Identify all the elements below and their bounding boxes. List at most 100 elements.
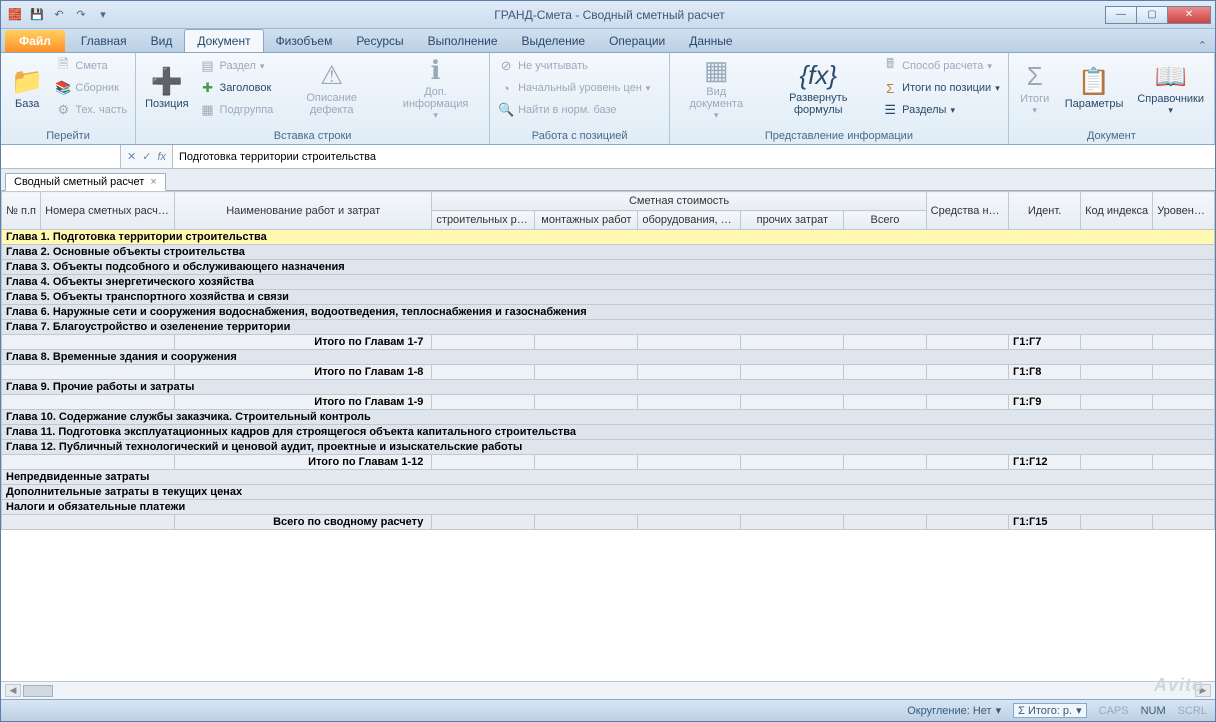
col-c1[interactable]: строительных работ xyxy=(432,211,535,230)
tech-button[interactable]: ⚙Тех. часть xyxy=(51,99,131,121)
col-index[interactable]: Код индекса xyxy=(1081,192,1153,230)
tab-operations[interactable]: Операции xyxy=(597,30,677,52)
col-num[interactable]: № п.п xyxy=(2,192,41,230)
status-round[interactable]: Округление: Нет ▾ xyxy=(907,704,1001,717)
params-button[interactable]: 📋Параметры xyxy=(1059,55,1130,123)
col-codes[interactable]: Номера сметных расчетов и смет xyxy=(41,192,175,230)
itogipos-button[interactable]: ΣИтоги по позиции xyxy=(878,77,1004,99)
col-level[interactable]: Уровень цен xyxy=(1153,192,1215,230)
findnorm-button[interactable]: 🔍Найти в норм. базе xyxy=(494,99,665,121)
table-row[interactable]: Итого по Главам 1-7Г1:Г7 xyxy=(2,335,1215,350)
tab-execution[interactable]: Выполнение xyxy=(416,30,510,52)
name-box[interactable] xyxy=(1,145,121,168)
app-icon[interactable]: 🧱 xyxy=(5,5,25,25)
horizontal-scrollbar[interactable]: ◀ ▶ xyxy=(1,681,1215,699)
formula-cancel-icon[interactable]: ✕ xyxy=(127,150,136,163)
viddoc-button[interactable]: ▦Вид документа xyxy=(674,55,758,123)
tab-selection[interactable]: Выделение xyxy=(510,30,598,52)
scroll-right-icon[interactable]: ▶ xyxy=(1195,684,1211,697)
col-c4[interactable]: прочих затрат xyxy=(741,211,844,230)
minimize-button[interactable]: — xyxy=(1105,6,1137,24)
close-button[interactable]: ✕ xyxy=(1167,6,1211,24)
defect-button[interactable]: ⚠Описание дефекта xyxy=(279,55,384,123)
dopinfo-button[interactable]: ℹДоп. информация xyxy=(386,55,485,123)
fx-icon[interactable]: fx xyxy=(157,151,166,163)
nach-button[interactable]: ◔Начальный уровень цен xyxy=(494,77,665,99)
qat-dropdown-icon[interactable]: ▾ xyxy=(93,5,113,25)
table-row[interactable]: Глава 7. Благоустройство и озеленение те… xyxy=(2,320,1215,335)
tab-data[interactable]: Данные xyxy=(677,30,744,52)
col-labor[interactable]: Средства на оплату труда xyxy=(926,192,1008,230)
group-goto: 📁База 🗎Смета 📚Сборник ⚙Тех. часть Перейт… xyxy=(1,53,136,144)
neuch-button[interactable]: ⊘Не учитывать xyxy=(494,55,665,77)
qat-save-icon[interactable]: 💾 xyxy=(27,5,47,25)
table-row[interactable]: Итого по Главам 1-12Г1:Г12 xyxy=(2,455,1215,470)
table-row[interactable]: Глава 6. Наружные сети и сооружения водо… xyxy=(2,305,1215,320)
razdel-button[interactable]: ▤Раздел xyxy=(196,55,278,77)
info-icon: ℹ xyxy=(431,57,441,86)
quick-access-toolbar: 🧱 💾 ↶ ↷ ▾ xyxy=(5,5,113,25)
smeta-button[interactable]: 🗎Смета xyxy=(51,55,131,77)
formula-accept-icon[interactable]: ✓ xyxy=(142,150,151,163)
status-num: NUM xyxy=(1141,705,1166,717)
scroll-thumb[interactable] xyxy=(23,685,53,697)
razdely-button[interactable]: ☰Разделы xyxy=(878,99,1004,121)
scroll-left-icon[interactable]: ◀ xyxy=(5,684,21,697)
table-row[interactable]: Непредвиденные затраты xyxy=(2,470,1215,485)
table-area: № п.п Номера сметных расчетов и смет Наи… xyxy=(1,191,1215,681)
itogi-button[interactable]: ΣИтоги xyxy=(1013,55,1057,123)
maximize-button[interactable]: ▢ xyxy=(1136,6,1168,24)
position-button[interactable]: ➕Позиция xyxy=(140,55,193,123)
ribbon-tabs: Файл Главная Вид Документ Физобъем Ресур… xyxy=(1,29,1215,53)
col-cost[interactable]: Сметная стоимость xyxy=(432,192,926,211)
tab-document[interactable]: Документ xyxy=(184,29,263,52)
table-row[interactable]: Глава 12. Публичный технологический и це… xyxy=(2,440,1215,455)
table-row[interactable]: Всего по сводному расчетуГ1:Г15 xyxy=(2,515,1215,530)
help-icon[interactable]: ⌃ xyxy=(1198,39,1207,52)
titlebar: 🧱 💾 ↶ ↷ ▾ ГРАНД-Смета - Сводный сметный … xyxy=(1,1,1215,29)
qat-undo-icon[interactable]: ↶ xyxy=(49,5,69,25)
table-row[interactable]: Глава 9. Прочие работы и затраты xyxy=(2,380,1215,395)
table-row[interactable]: Глава 2. Основные объекты строительства xyxy=(2,245,1215,260)
tab-fizobem[interactable]: Физобъем xyxy=(264,30,345,52)
col-name[interactable]: Наименование работ и затрат xyxy=(174,192,431,230)
fx-icon: {fx} xyxy=(799,62,837,92)
col-total[interactable]: Всего xyxy=(844,211,926,230)
col-c2[interactable]: монтажных работ xyxy=(535,211,638,230)
table-row[interactable]: Итого по Главам 1-9Г1:Г9 xyxy=(2,395,1215,410)
close-tab-icon[interactable]: × xyxy=(150,176,156,188)
podgruppa-button[interactable]: ▦Подгруппа xyxy=(196,99,278,121)
ribbon-panel: 📁База 🗎Смета 📚Сборник ⚙Тех. часть Перейт… xyxy=(1,53,1215,145)
expand-button[interactable]: {fx}Развернуть формулы xyxy=(760,55,876,123)
file-tab[interactable]: Файл xyxy=(5,30,65,52)
table-row[interactable]: Глава 3. Объекты подсобного и обслуживаю… xyxy=(2,260,1215,275)
zagolovok-button[interactable]: ✚Заголовок xyxy=(196,77,278,99)
tab-view[interactable]: Вид xyxy=(139,30,185,52)
table-row[interactable]: Глава 8. Временные здания и сооружения xyxy=(2,350,1215,365)
gear-icon: ⚙ xyxy=(55,102,71,118)
sprav-button[interactable]: 📖Справочники xyxy=(1131,55,1210,123)
status-caps: CAPS xyxy=(1099,705,1129,717)
table-row[interactable]: Налоги и обязательные платежи xyxy=(2,500,1215,515)
table-row[interactable]: Глава 4. Объекты энергетического хозяйст… xyxy=(2,275,1215,290)
table-row[interactable]: Дополнительные затраты в текущих ценах xyxy=(2,485,1215,500)
table-row[interactable]: Глава 11. Подготовка эксплуатационных ка… xyxy=(2,425,1215,440)
window-buttons: — ▢ ✕ xyxy=(1106,6,1211,24)
table-row[interactable]: Глава 1. Подготовка территории строитель… xyxy=(2,230,1215,245)
tab-resources[interactable]: Ресурсы xyxy=(344,30,415,52)
base-button[interactable]: 📁База xyxy=(5,55,49,123)
status-bar: Округление: Нет ▾ Σ Итого: р. ▾ CAPS NUM… xyxy=(1,699,1215,721)
qat-redo-icon[interactable]: ↷ xyxy=(71,5,91,25)
table-row[interactable]: Глава 5. Объекты транспортного хозяйства… xyxy=(2,290,1215,305)
method-button[interactable]: 🖩Способ расчета xyxy=(878,55,1004,77)
doc-icon: 🗎 xyxy=(55,55,71,77)
status-sum[interactable]: Σ Итого: р. ▾ xyxy=(1013,703,1087,718)
sheet-tab[interactable]: Сводный сметный расчет× xyxy=(5,173,166,191)
col-c3[interactable]: оборудования, мебели, инвентаря xyxy=(638,211,741,230)
col-ident[interactable]: Идент. xyxy=(1009,192,1081,230)
table-row[interactable]: Глава 10. Содержание службы заказчика. С… xyxy=(2,410,1215,425)
table-row[interactable]: Итого по Главам 1-8Г1:Г8 xyxy=(2,365,1215,380)
formula-input[interactable]: Подготовка территории строительства xyxy=(173,145,1215,168)
tab-main[interactable]: Главная xyxy=(69,30,139,52)
sbornik-button[interactable]: 📚Сборник xyxy=(51,77,131,99)
